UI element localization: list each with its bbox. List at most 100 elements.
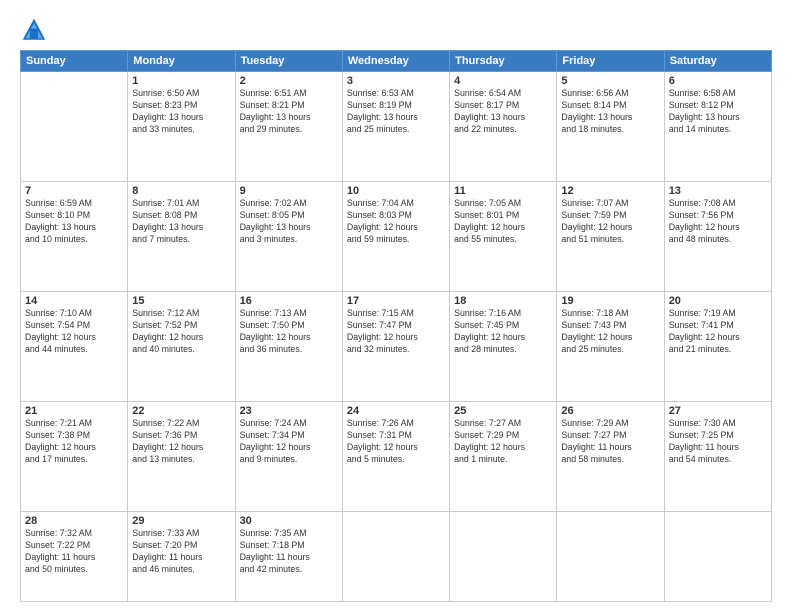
cell-day-number: 7 (25, 185, 123, 197)
cell-day-number: 13 (669, 185, 767, 197)
cell-info: Sunrise: 7:21 AM Sunset: 7:38 PM Dayligh… (25, 418, 123, 466)
calendar-cell: 12Sunrise: 7:07 AM Sunset: 7:59 PM Dayli… (557, 182, 664, 292)
calendar-cell: 4Sunrise: 6:54 AM Sunset: 8:17 PM Daylig… (450, 72, 557, 182)
calendar-cell: 23Sunrise: 7:24 AM Sunset: 7:34 PM Dayli… (235, 402, 342, 512)
week-row-5: 28Sunrise: 7:32 AM Sunset: 7:22 PM Dayli… (21, 512, 772, 602)
cell-info: Sunrise: 7:02 AM Sunset: 8:05 PM Dayligh… (240, 198, 338, 246)
logo (20, 16, 52, 44)
header-day-thursday: Thursday (450, 51, 557, 72)
calendar-cell: 27Sunrise: 7:30 AM Sunset: 7:25 PM Dayli… (664, 402, 771, 512)
cell-day-number: 2 (240, 75, 338, 87)
calendar-cell: 21Sunrise: 7:21 AM Sunset: 7:38 PM Dayli… (21, 402, 128, 512)
calendar-cell: 18Sunrise: 7:16 AM Sunset: 7:45 PM Dayli… (450, 292, 557, 402)
header-day-friday: Friday (557, 51, 664, 72)
cell-day-number: 6 (669, 75, 767, 87)
cell-day-number: 10 (347, 185, 445, 197)
cell-day-number: 23 (240, 405, 338, 417)
cell-day-number: 28 (25, 515, 123, 527)
cell-info: Sunrise: 7:27 AM Sunset: 7:29 PM Dayligh… (454, 418, 552, 466)
cell-day-number: 20 (669, 295, 767, 307)
header-day-saturday: Saturday (664, 51, 771, 72)
cell-day-number: 25 (454, 405, 552, 417)
cell-info: Sunrise: 7:05 AM Sunset: 8:01 PM Dayligh… (454, 198, 552, 246)
calendar-cell: 8Sunrise: 7:01 AM Sunset: 8:08 PM Daylig… (128, 182, 235, 292)
calendar-cell: 9Sunrise: 7:02 AM Sunset: 8:05 PM Daylig… (235, 182, 342, 292)
cell-day-number: 5 (561, 75, 659, 87)
cell-info: Sunrise: 7:22 AM Sunset: 7:36 PM Dayligh… (132, 418, 230, 466)
calendar-cell (21, 72, 128, 182)
week-row-1: 1Sunrise: 6:50 AM Sunset: 8:23 PM Daylig… (21, 72, 772, 182)
header-row: SundayMondayTuesdayWednesdayThursdayFrid… (21, 51, 772, 72)
cell-day-number: 26 (561, 405, 659, 417)
cell-day-number: 3 (347, 75, 445, 87)
cell-info: Sunrise: 6:53 AM Sunset: 8:19 PM Dayligh… (347, 88, 445, 136)
logo-icon (20, 16, 48, 44)
cell-day-number: 24 (347, 405, 445, 417)
cell-day-number: 9 (240, 185, 338, 197)
calendar-cell: 25Sunrise: 7:27 AM Sunset: 7:29 PM Dayli… (450, 402, 557, 512)
cell-info: Sunrise: 7:29 AM Sunset: 7:27 PM Dayligh… (561, 418, 659, 466)
calendar-cell: 29Sunrise: 7:33 AM Sunset: 7:20 PM Dayli… (128, 512, 235, 602)
cell-info: Sunrise: 7:13 AM Sunset: 7:50 PM Dayligh… (240, 308, 338, 356)
calendar-cell: 20Sunrise: 7:19 AM Sunset: 7:41 PM Dayli… (664, 292, 771, 402)
calendar-cell: 19Sunrise: 7:18 AM Sunset: 7:43 PM Dayli… (557, 292, 664, 402)
cell-info: Sunrise: 7:30 AM Sunset: 7:25 PM Dayligh… (669, 418, 767, 466)
cell-info: Sunrise: 7:08 AM Sunset: 7:56 PM Dayligh… (669, 198, 767, 246)
calendar-cell: 6Sunrise: 6:58 AM Sunset: 8:12 PM Daylig… (664, 72, 771, 182)
cell-info: Sunrise: 6:59 AM Sunset: 8:10 PM Dayligh… (25, 198, 123, 246)
calendar-cell: 5Sunrise: 6:56 AM Sunset: 8:14 PM Daylig… (557, 72, 664, 182)
calendar-header: SundayMondayTuesdayWednesdayThursdayFrid… (21, 51, 772, 72)
cell-info: Sunrise: 7:19 AM Sunset: 7:41 PM Dayligh… (669, 308, 767, 356)
header-day-tuesday: Tuesday (235, 51, 342, 72)
cell-day-number: 12 (561, 185, 659, 197)
calendar-cell: 13Sunrise: 7:08 AM Sunset: 7:56 PM Dayli… (664, 182, 771, 292)
calendar-cell: 26Sunrise: 7:29 AM Sunset: 7:27 PM Dayli… (557, 402, 664, 512)
calendar-cell: 11Sunrise: 7:05 AM Sunset: 8:01 PM Dayli… (450, 182, 557, 292)
calendar-cell (342, 512, 449, 602)
cell-info: Sunrise: 7:35 AM Sunset: 7:18 PM Dayligh… (240, 528, 338, 576)
cell-day-number: 22 (132, 405, 230, 417)
calendar-cell: 17Sunrise: 7:15 AM Sunset: 7:47 PM Dayli… (342, 292, 449, 402)
cell-info: Sunrise: 7:32 AM Sunset: 7:22 PM Dayligh… (25, 528, 123, 576)
cell-day-number: 29 (132, 515, 230, 527)
cell-info: Sunrise: 7:01 AM Sunset: 8:08 PM Dayligh… (132, 198, 230, 246)
calendar-cell: 10Sunrise: 7:04 AM Sunset: 8:03 PM Dayli… (342, 182, 449, 292)
cell-info: Sunrise: 6:50 AM Sunset: 8:23 PM Dayligh… (132, 88, 230, 136)
cell-info: Sunrise: 7:18 AM Sunset: 7:43 PM Dayligh… (561, 308, 659, 356)
calendar-cell: 16Sunrise: 7:13 AM Sunset: 7:50 PM Dayli… (235, 292, 342, 402)
calendar-cell: 15Sunrise: 7:12 AM Sunset: 7:52 PM Dayli… (128, 292, 235, 402)
header-day-monday: Monday (128, 51, 235, 72)
cell-day-number: 15 (132, 295, 230, 307)
cell-day-number: 4 (454, 75, 552, 87)
calendar-cell: 14Sunrise: 7:10 AM Sunset: 7:54 PM Dayli… (21, 292, 128, 402)
cell-day-number: 19 (561, 295, 659, 307)
calendar-cell: 1Sunrise: 6:50 AM Sunset: 8:23 PM Daylig… (128, 72, 235, 182)
week-row-2: 7Sunrise: 6:59 AM Sunset: 8:10 PM Daylig… (21, 182, 772, 292)
calendar-cell: 22Sunrise: 7:22 AM Sunset: 7:36 PM Dayli… (128, 402, 235, 512)
cell-day-number: 1 (132, 75, 230, 87)
cell-day-number: 17 (347, 295, 445, 307)
cell-info: Sunrise: 6:58 AM Sunset: 8:12 PM Dayligh… (669, 88, 767, 136)
week-row-4: 21Sunrise: 7:21 AM Sunset: 7:38 PM Dayli… (21, 402, 772, 512)
calendar-body: 1Sunrise: 6:50 AM Sunset: 8:23 PM Daylig… (21, 72, 772, 602)
cell-info: Sunrise: 7:15 AM Sunset: 7:47 PM Dayligh… (347, 308, 445, 356)
cell-info: Sunrise: 7:10 AM Sunset: 7:54 PM Dayligh… (25, 308, 123, 356)
cell-info: Sunrise: 7:26 AM Sunset: 7:31 PM Dayligh… (347, 418, 445, 466)
cell-day-number: 27 (669, 405, 767, 417)
calendar-cell (664, 512, 771, 602)
cell-info: Sunrise: 7:07 AM Sunset: 7:59 PM Dayligh… (561, 198, 659, 246)
cell-day-number: 30 (240, 515, 338, 527)
cell-info: Sunrise: 7:04 AM Sunset: 8:03 PM Dayligh… (347, 198, 445, 246)
calendar-cell: 28Sunrise: 7:32 AM Sunset: 7:22 PM Dayli… (21, 512, 128, 602)
week-row-3: 14Sunrise: 7:10 AM Sunset: 7:54 PM Dayli… (21, 292, 772, 402)
header-day-wednesday: Wednesday (342, 51, 449, 72)
cell-info: Sunrise: 7:12 AM Sunset: 7:52 PM Dayligh… (132, 308, 230, 356)
header (20, 16, 772, 44)
calendar-cell (557, 512, 664, 602)
cell-day-number: 11 (454, 185, 552, 197)
cell-day-number: 8 (132, 185, 230, 197)
cell-day-number: 18 (454, 295, 552, 307)
cell-day-number: 14 (25, 295, 123, 307)
header-day-sunday: Sunday (21, 51, 128, 72)
calendar-cell: 3Sunrise: 6:53 AM Sunset: 8:19 PM Daylig… (342, 72, 449, 182)
